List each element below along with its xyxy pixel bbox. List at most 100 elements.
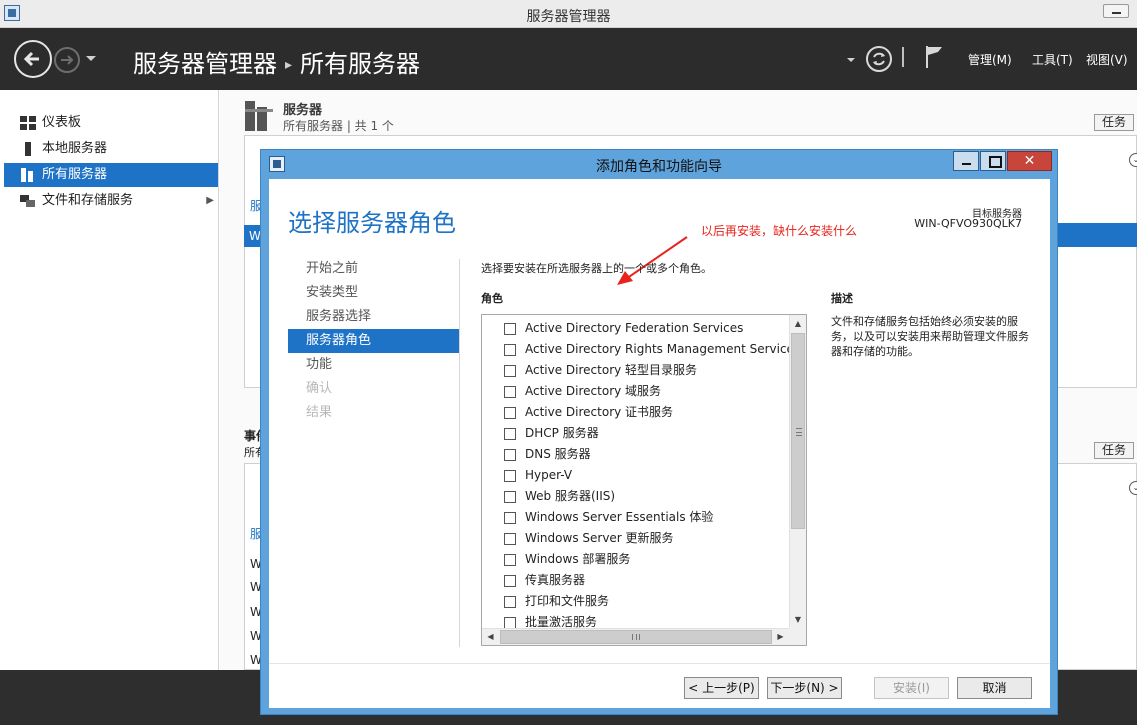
step-installation-type[interactable]: 安装类型 bbox=[288, 281, 459, 305]
step-server-roles[interactable]: 服务器角色 bbox=[288, 329, 459, 353]
role-checkbox[interactable] bbox=[504, 323, 516, 335]
role-item[interactable]: Hyper-V bbox=[504, 465, 572, 486]
wizard-steps: 开始之前 安装类型 服务器选择 服务器角色 功能 确认 结果 bbox=[288, 257, 459, 425]
window-title: 服务器管理器 bbox=[526, 9, 611, 25]
servers-section-subtitle: 所有服务器 | 共 1 个 bbox=[283, 119, 394, 133]
role-checkbox[interactable] bbox=[504, 344, 516, 356]
role-item[interactable]: 批量激活服务 bbox=[504, 612, 597, 628]
menu-manage[interactable]: 管理(M) bbox=[968, 51, 1012, 68]
step-confirmation: 确认 bbox=[306, 381, 333, 396]
menu-tools[interactable]: 工具(T) bbox=[1032, 51, 1073, 68]
dialog-close-button[interactable]: ✕ bbox=[1007, 151, 1052, 171]
roles-vertical-scrollbar[interactable]: ▲ ▼ bbox=[789, 315, 806, 628]
forward-arrow-icon bbox=[61, 55, 74, 65]
expand-chevron-icon[interactable]: ▶ bbox=[206, 189, 214, 213]
window-titlebar: 服务器管理器 bbox=[0, 0, 1137, 28]
step-features[interactable]: 功能 bbox=[288, 353, 459, 377]
dialog-titlebar[interactable]: 添加角色和功能向导 ✕ bbox=[261, 150, 1057, 178]
role-item[interactable]: Windows Server 更新服务 bbox=[504, 528, 674, 549]
role-checkbox[interactable] bbox=[504, 575, 516, 587]
minimize-button[interactable] bbox=[1103, 4, 1129, 18]
role-item[interactable]: Active Directory Rights Management Servi… bbox=[504, 339, 789, 360]
sidebar-item-all-servers[interactable]: 所有服务器 bbox=[4, 163, 218, 187]
dashboard-icon bbox=[20, 116, 36, 130]
notifications-flag-icon[interactable] bbox=[924, 45, 946, 69]
role-item[interactable]: Active Directory 轻型目录服务 bbox=[504, 360, 697, 381]
role-checkbox[interactable] bbox=[504, 428, 516, 440]
back-button[interactable] bbox=[14, 40, 52, 78]
dialog-title: 添加角色和功能向导 bbox=[596, 159, 722, 175]
breadcrumb-separator: ▸ bbox=[285, 57, 293, 73]
role-checkbox[interactable] bbox=[504, 407, 516, 419]
scrollbar-thumb[interactable] bbox=[500, 630, 772, 644]
breadcrumb-root[interactable]: 服务器管理器 bbox=[133, 50, 277, 78]
collapse-chevron-icon[interactable]: ⌄ bbox=[1129, 481, 1137, 495]
scrollbar-corner bbox=[789, 628, 806, 645]
refresh-icon[interactable] bbox=[866, 46, 892, 72]
role-item[interactable]: DHCP 服务器 bbox=[504, 423, 599, 444]
selected-server-row[interactable] bbox=[1057, 223, 1137, 247]
server-icon bbox=[25, 142, 31, 156]
step-server-selection[interactable]: 服务器选择 bbox=[288, 305, 459, 329]
sidebar-item-dashboard[interactable]: 仪表板 bbox=[4, 111, 218, 135]
dialog-minimize-button[interactable] bbox=[953, 151, 979, 171]
role-label: Active Directory 证书服务 bbox=[525, 405, 674, 419]
tasks-button-2[interactable]: 任务 bbox=[1094, 442, 1134, 459]
step-before-you-begin[interactable]: 开始之前 bbox=[288, 257, 459, 281]
target-server-name: WIN-QFVO930QLK7 bbox=[914, 217, 1022, 230]
role-checkbox[interactable] bbox=[504, 365, 516, 377]
step-results: 结果 bbox=[306, 405, 333, 420]
role-checkbox[interactable] bbox=[504, 449, 516, 461]
forward-button[interactable] bbox=[54, 47, 80, 73]
role-item[interactable]: Windows Server Essentials 体验 bbox=[504, 507, 713, 528]
header-dropdown-icon[interactable] bbox=[846, 55, 856, 65]
role-label: Active Directory Federation Services bbox=[525, 321, 744, 335]
role-checkbox[interactable] bbox=[504, 533, 516, 545]
role-item[interactable]: 打印和文件服务 bbox=[504, 591, 609, 612]
role-checkbox[interactable] bbox=[504, 596, 516, 608]
previous-button[interactable]: < 上一步(P) bbox=[684, 677, 759, 699]
menu-view[interactable]: 视图(V) bbox=[1086, 51, 1128, 68]
role-item[interactable]: Windows 部署服务 bbox=[504, 549, 630, 570]
dialog-maximize-button[interactable] bbox=[980, 151, 1006, 171]
scroll-left-arrow-icon[interactable]: ◀ bbox=[482, 629, 499, 645]
role-item[interactable]: Active Directory 证书服务 bbox=[504, 402, 673, 423]
role-label: Windows Server 更新服务 bbox=[525, 531, 674, 545]
next-button[interactable]: 下一步(N) > bbox=[767, 677, 842, 699]
role-checkbox[interactable] bbox=[504, 554, 516, 566]
role-checkbox[interactable] bbox=[504, 491, 516, 503]
role-item[interactable]: Active Directory 域服务 bbox=[504, 381, 661, 402]
cancel-button[interactable]: 取消 bbox=[957, 677, 1032, 699]
sidebar-item-file-storage[interactable]: 文件和存储服务 ▶ bbox=[4, 189, 218, 213]
sidebar-item-label: 仪表板 bbox=[42, 115, 82, 130]
close-icon: ✕ bbox=[1023, 153, 1036, 169]
header-bar: 服务器管理器 ▸ 所有服务器 管理(M) 工具(T) 视图(V) bbox=[0, 28, 1137, 90]
dialog-body: 选择服务器角色 目标服务器 WIN-QFVO930QLK7 以后再安装，缺什么安… bbox=[269, 179, 1050, 708]
role-label: Windows Server Essentials 体验 bbox=[525, 510, 714, 524]
role-checkbox[interactable] bbox=[504, 617, 516, 628]
role-label: Web 服务器(IIS) bbox=[525, 489, 616, 503]
roles-list-box: Active Directory Federation Services Act… bbox=[481, 314, 807, 646]
role-label: DHCP 服务器 bbox=[525, 426, 599, 440]
role-checkbox[interactable] bbox=[504, 470, 516, 482]
collapse-chevron-icon[interactable]: ⌄ bbox=[1129, 153, 1137, 167]
sidebar: 仪表板 本地服务器 所有服务器 文件和存储服务 ▶ bbox=[0, 90, 219, 670]
scroll-right-arrow-icon[interactable]: ▶ bbox=[772, 629, 789, 645]
role-item[interactable]: Web 服务器(IIS) bbox=[504, 486, 615, 507]
tasks-button[interactable]: 任务 bbox=[1094, 114, 1134, 131]
scrollbar-thumb[interactable] bbox=[791, 333, 805, 529]
role-item[interactable]: DNS 服务器 bbox=[504, 444, 591, 465]
role-item[interactable]: 传真服务器 bbox=[504, 570, 585, 591]
history-dropdown-icon[interactable] bbox=[84, 51, 98, 65]
breadcrumb: 服务器管理器 ▸ 所有服务器 bbox=[133, 44, 420, 79]
scroll-down-arrow-icon[interactable]: ▼ bbox=[790, 611, 806, 628]
role-label: 打印和文件服务 bbox=[525, 594, 610, 608]
role-label: 批量激活服务 bbox=[525, 615, 598, 628]
sidebar-item-local-server[interactable]: 本地服务器 bbox=[4, 137, 218, 161]
role-checkbox[interactable] bbox=[504, 512, 516, 524]
sidebar-item-label: 本地服务器 bbox=[42, 141, 108, 156]
role-item[interactable]: Active Directory Federation Services bbox=[504, 318, 743, 339]
role-checkbox[interactable] bbox=[504, 386, 516, 398]
scroll-up-arrow-icon[interactable]: ▲ bbox=[790, 315, 806, 332]
roles-horizontal-scrollbar[interactable]: ◀ ▶ bbox=[482, 628, 789, 645]
